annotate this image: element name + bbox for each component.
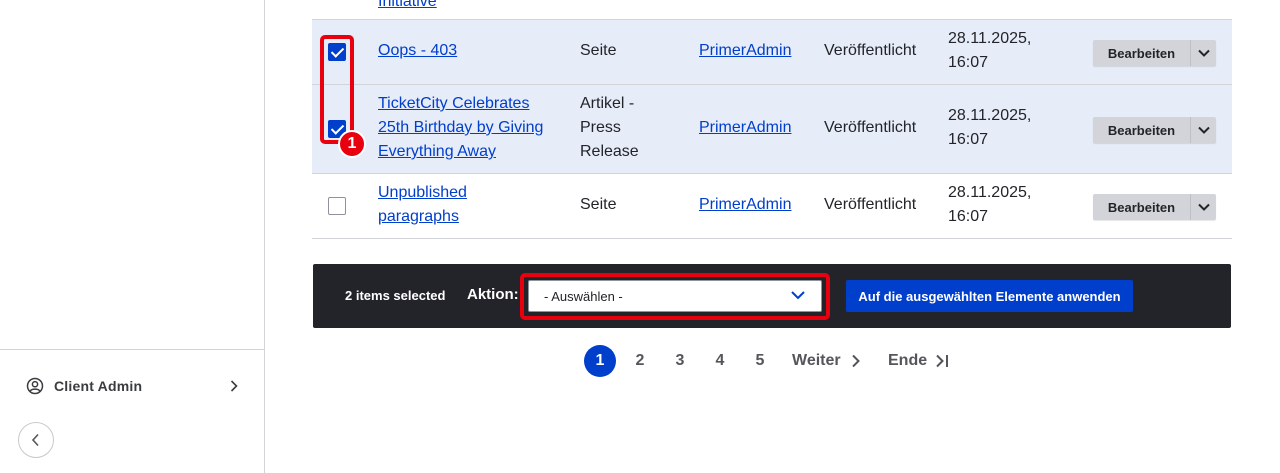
updated-time: 16:07 bbox=[948, 131, 989, 148]
dropbutton-toggle[interactable] bbox=[1190, 40, 1216, 66]
sidebar: Client Admin bbox=[0, 0, 265, 473]
edit-button[interactable]: Bearbeiten bbox=[1093, 194, 1190, 220]
row-select-checkbox[interactable] bbox=[328, 197, 346, 215]
updated-date: 28.11.2025, bbox=[948, 30, 1032, 47]
content-title-link[interactable]: Oops - 403 bbox=[378, 39, 457, 63]
updated-time: 16:07 bbox=[948, 208, 989, 225]
edit-button[interactable]: Bearbeiten bbox=[1093, 40, 1190, 66]
chevron-left-icon bbox=[31, 433, 39, 447]
selected-count: 2 items selected bbox=[345, 288, 446, 303]
title-line: 25th Birthday by Giving bbox=[378, 119, 544, 136]
checkbox-highlight bbox=[320, 35, 354, 144]
content-title-link[interactable]: TicketCity Celebrates 25th Birthday by G… bbox=[378, 92, 558, 164]
title-line: TicketCity Celebrates bbox=[378, 95, 530, 112]
chevron-down-icon bbox=[1197, 203, 1210, 211]
type-line: Release bbox=[580, 143, 639, 160]
edit-button[interactable]: Bearbeiten bbox=[1093, 117, 1190, 143]
dropbutton-toggle[interactable] bbox=[1190, 194, 1216, 220]
edit-dropbutton: Bearbeiten bbox=[1093, 117, 1216, 143]
updated-date: 28.11.2025, bbox=[948, 107, 1032, 124]
content-type: Artikel - Press Release bbox=[580, 92, 639, 164]
content-type: Seite bbox=[580, 42, 617, 59]
table-row: Unpublished paragraphs Seite PrimerAdmin… bbox=[312, 174, 1232, 239]
title-line: Everything Away bbox=[378, 143, 496, 160]
author-link[interactable]: PrimerAdmin bbox=[699, 116, 791, 140]
pager-item-current[interactable]: 1 bbox=[584, 345, 616, 377]
sidebar-divider bbox=[0, 349, 264, 350]
select-highlight bbox=[520, 273, 830, 320]
type-line: Artikel - bbox=[580, 95, 635, 112]
pager-item[interactable]: 2 bbox=[634, 345, 646, 377]
pager-item[interactable]: 4 bbox=[714, 345, 726, 377]
pager-last-label: Ende bbox=[888, 352, 928, 369]
content-type: Seite bbox=[580, 196, 617, 213]
client-admin-label: Client Admin bbox=[54, 378, 143, 394]
user-circle-icon bbox=[26, 377, 44, 395]
pager-last[interactable]: Ende bbox=[888, 345, 960, 377]
chevron-down-icon bbox=[1197, 126, 1210, 134]
client-admin-menu[interactable]: Client Admin bbox=[26, 374, 240, 398]
edit-dropbutton: Bearbeiten bbox=[1093, 194, 1216, 220]
chevron-down-icon bbox=[1197, 49, 1210, 57]
pager-item[interactable]: 3 bbox=[674, 345, 686, 377]
last-page-icon bbox=[936, 354, 949, 368]
dropbutton-toggle[interactable] bbox=[1190, 117, 1216, 143]
content-title-link[interactable]: Unpublished paragraphs bbox=[378, 181, 467, 229]
table-row: Initiative bbox=[312, 0, 1232, 20]
status-text: Veröffentlicht bbox=[824, 119, 917, 136]
title-line: Unpublished bbox=[378, 184, 467, 201]
author-link[interactable]: PrimerAdmin bbox=[699, 39, 791, 63]
type-line: Press bbox=[580, 119, 621, 136]
pager-next[interactable]: Weiter bbox=[792, 345, 866, 377]
annotation-badge: 1 bbox=[338, 130, 366, 158]
author-link[interactable]: PrimerAdmin bbox=[699, 193, 791, 217]
chevron-right-icon bbox=[851, 354, 860, 368]
collapse-sidebar-button[interactable] bbox=[18, 422, 54, 458]
status-text: Veröffentlicht bbox=[824, 42, 917, 59]
chevron-right-icon bbox=[230, 380, 238, 392]
action-label: Aktion: bbox=[467, 286, 519, 303]
status-text: Veröffentlicht bbox=[824, 196, 917, 213]
table-row: TicketCity Celebrates 25th Birthday by G… bbox=[312, 85, 1232, 174]
content-title-link[interactable]: Initiative bbox=[378, 0, 437, 14]
pager-item[interactable]: 5 bbox=[754, 345, 766, 377]
title-line: paragraphs bbox=[378, 208, 459, 225]
updated-date: 28.11.2025, bbox=[948, 184, 1032, 201]
apply-action-button[interactable]: Auf die ausgewählten Elemente anwenden bbox=[846, 280, 1133, 312]
updated-time: 16:07 bbox=[948, 54, 989, 71]
edit-dropbutton: Bearbeiten bbox=[1093, 40, 1216, 66]
pager-next-label: Weiter bbox=[792, 352, 841, 369]
table-row: Oops - 403 Seite PrimerAdmin Veröffentli… bbox=[312, 20, 1232, 85]
